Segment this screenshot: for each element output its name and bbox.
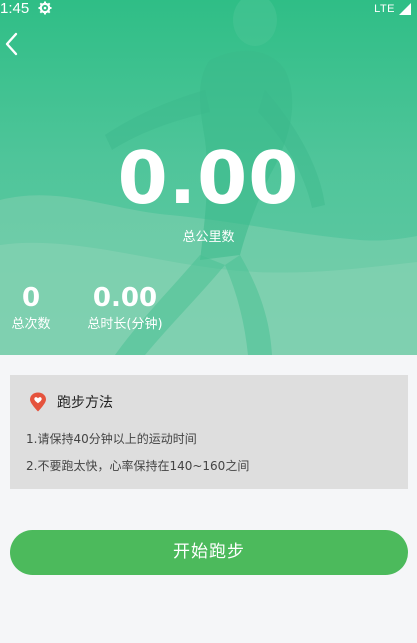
method-tip: 1.请保持40分钟以上的运动时间 — [26, 432, 197, 446]
method-title: 跑步方法 — [57, 395, 113, 411]
status-bar: 1:45 LTE — [0, 0, 417, 18]
running-method-card: 跑步方法 1.请保持40分钟以上的运动时间 2.不要跑太快，心率保持在140~1… — [10, 375, 408, 489]
stat-label: 总时长(分钟) — [87, 317, 163, 332]
signal-icon — [399, 3, 411, 15]
stat-value: 0 — [21, 283, 41, 313]
network-type: LTE — [374, 3, 395, 15]
gear-icon — [38, 1, 52, 15]
method-header: 跑步方法 — [29, 392, 113, 412]
total-distance-label: 总公里数 — [182, 230, 235, 245]
status-indicators: LTE — [374, 0, 411, 18]
back-arrow-icon[interactable] — [2, 30, 24, 58]
location-heart-icon — [30, 392, 46, 412]
stat-value: 0.00 — [92, 283, 158, 313]
hero-banner: 1:45 LTE 0.00 总公里数 0 总次数 0.00 总时长(分钟) — [0, 0, 417, 355]
stat-total-count: 0 总次数 — [8, 282, 54, 334]
stat-total-duration: 0.00 总时长(分钟) — [80, 282, 170, 334]
total-distance-value: 0.00 — [117, 136, 300, 220]
method-tip: 2.不要跑太快，心率保持在140~160之间 — [26, 459, 250, 473]
status-time: 1:45 — [0, 0, 30, 17]
stat-label: 总次数 — [11, 317, 51, 332]
start-running-button[interactable]: 开始跑步 — [10, 530, 408, 575]
